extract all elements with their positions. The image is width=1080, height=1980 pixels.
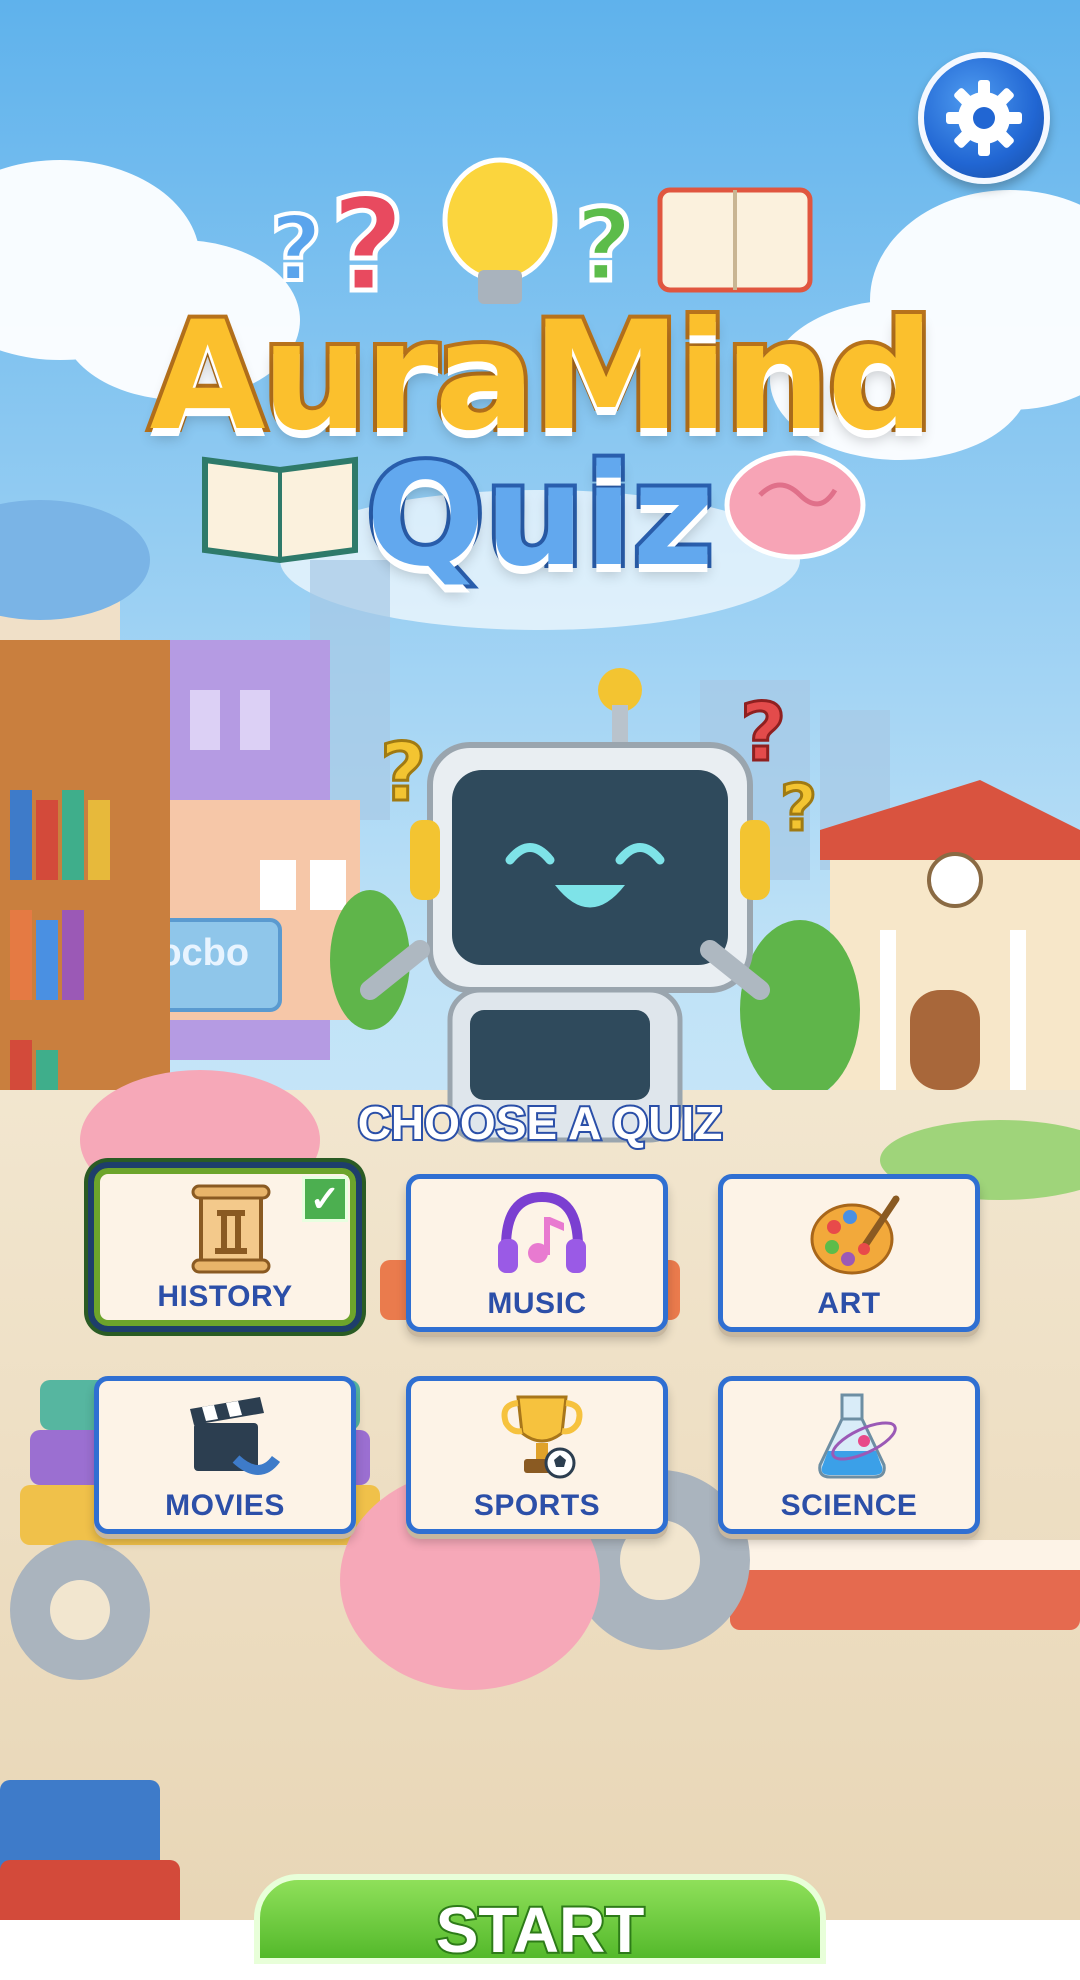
choose-quiz-heading: CHOOSE A QUIZ (356, 1095, 725, 1151)
quiz-card-art[interactable]: ART (718, 1174, 980, 1332)
flask-icon (818, 1393, 897, 1479)
quiz-card-movies[interactable]: MOVIES (94, 1376, 356, 1534)
clapperboard-icon (190, 1397, 280, 1475)
quiz-card-label: HISTORY (157, 1280, 293, 1313)
quiz-card-history[interactable]: HISTORY ✓ (88, 1162, 362, 1332)
quiz-card-label: SPORTS (473, 1489, 601, 1522)
gear-icon (946, 80, 1022, 156)
svg-text:?: ? (740, 686, 786, 779)
headphones-icon (498, 1191, 586, 1273)
quiz-card-sports[interactable]: SPORTS (406, 1376, 668, 1534)
quiz-card-label: ART (817, 1287, 881, 1320)
title-line2: Quiz (362, 431, 718, 602)
quiz-card-label: MUSIC (487, 1287, 587, 1320)
trophy-icon (501, 1395, 583, 1479)
quiz-card-label: SCIENCE (780, 1489, 918, 1522)
quiz-card-label: MOVIES (165, 1489, 285, 1522)
svg-text:?: ? (780, 772, 817, 846)
checkmark-icon: ✓ (302, 1176, 348, 1222)
svg-text:?: ? (575, 187, 633, 304)
start-button[interactable]: START (254, 1874, 826, 1968)
palette-icon (810, 1195, 900, 1275)
svg-text:?: ? (380, 726, 426, 819)
svg-text:?: ? (270, 197, 322, 302)
game-title: ? ? ? AuraMind Quiz (0, 150, 1080, 620)
quiz-card-music[interactable]: MUSIC (406, 1174, 668, 1332)
brain-icon (724, 450, 866, 560)
open-book-icon (202, 456, 358, 564)
scroll-icon (191, 1184, 271, 1274)
quiz-card-science[interactable]: SCIENCE (718, 1376, 980, 1534)
